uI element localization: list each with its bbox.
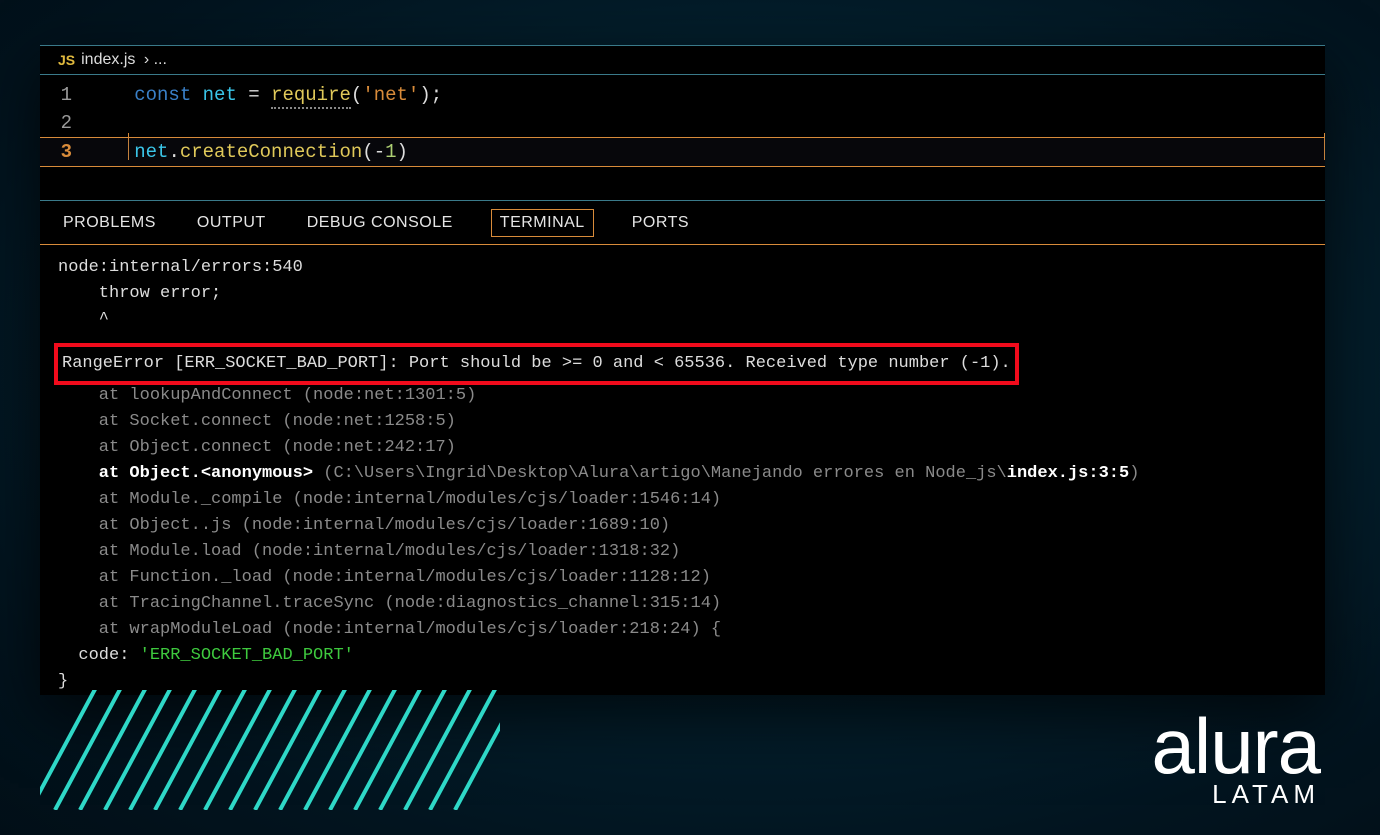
- stack-line: at Object.connect (node:net:242:17): [58, 435, 1307, 461]
- panel-tab-debug-console[interactable]: DEBUG CONSOLE: [304, 209, 456, 237]
- decorative-hatching: [40, 690, 500, 810]
- code-line[interactable]: 2: [40, 109, 1325, 137]
- terminal-line: node:internal/errors:540: [58, 255, 1307, 281]
- stack-line: at Module._compile (node:internal/module…: [58, 487, 1307, 513]
- code-content[interactable]: const net = require('net');: [100, 81, 1325, 109]
- stack-line: at Function._load (node:internal/modules…: [58, 565, 1307, 591]
- panel-tabs: PROBLEMS OUTPUT DEBUG CONSOLE TERMINAL PORTS: [40, 200, 1325, 245]
- stack-line: at wrapModuleLoad (node:internal/modules…: [58, 617, 1307, 643]
- panel-tab-ports[interactable]: PORTS: [629, 209, 692, 237]
- stack-line: at lookupAndConnect (node:net:1301:5): [58, 383, 1307, 409]
- terminal-line: ^: [58, 307, 1307, 333]
- code-content[interactable]: net.createConnection(-1): [100, 138, 1325, 166]
- panel-tab-terminal[interactable]: TERMINAL: [491, 209, 594, 237]
- panel-tab-output[interactable]: OUTPUT: [194, 209, 269, 237]
- code-line[interactable]: 1 const net = require('net');: [40, 81, 1325, 109]
- breadcrumb-trail: ...: [154, 51, 167, 69]
- js-file-icon: JS: [58, 52, 75, 68]
- line-number: 2: [40, 109, 100, 137]
- error-code-line: code: 'ERR_SOCKET_BAD_PORT': [58, 643, 1307, 669]
- line-number: 3: [40, 138, 100, 166]
- stack-line: at Socket.connect (node:net:1258:5): [58, 409, 1307, 435]
- stack-line: at TracingChannel.traceSync (node:diagno…: [58, 591, 1307, 617]
- stack-line: at Module.load (node:internal/modules/cj…: [58, 539, 1307, 565]
- line-number: 1: [40, 81, 100, 109]
- stack-line: at Object.<anonymous> (C:\Users\Ingrid\D…: [58, 461, 1307, 487]
- terminal-line: throw error;: [58, 281, 1307, 307]
- terminal-panel[interactable]: node:internal/errors:540 throw error; ^ R…: [40, 245, 1325, 675]
- stack-line: at Object..js (node:internal/modules/cjs…: [58, 513, 1307, 539]
- code-line[interactable]: 3 net.createConnection(-1): [40, 137, 1325, 167]
- error-highlight: RangeError [ERR_SOCKET_BAD_PORT]: Port s…: [54, 343, 1019, 385]
- breadcrumb[interactable]: JS index.js › ...: [40, 45, 1325, 75]
- editor-window: JS index.js › ... 1 const net = require(…: [40, 45, 1325, 695]
- logo-brand: alura: [1152, 707, 1320, 785]
- alura-logo: alura LATAM: [1152, 707, 1320, 807]
- panel-tab-problems[interactable]: PROBLEMS: [60, 209, 159, 237]
- breadcrumb-separator: ›: [139, 51, 153, 69]
- terminal-line: }: [58, 669, 1307, 695]
- breadcrumb-file[interactable]: index.js: [81, 51, 135, 69]
- code-editor[interactable]: 1 const net = require('net');23 net.crea…: [40, 75, 1325, 200]
